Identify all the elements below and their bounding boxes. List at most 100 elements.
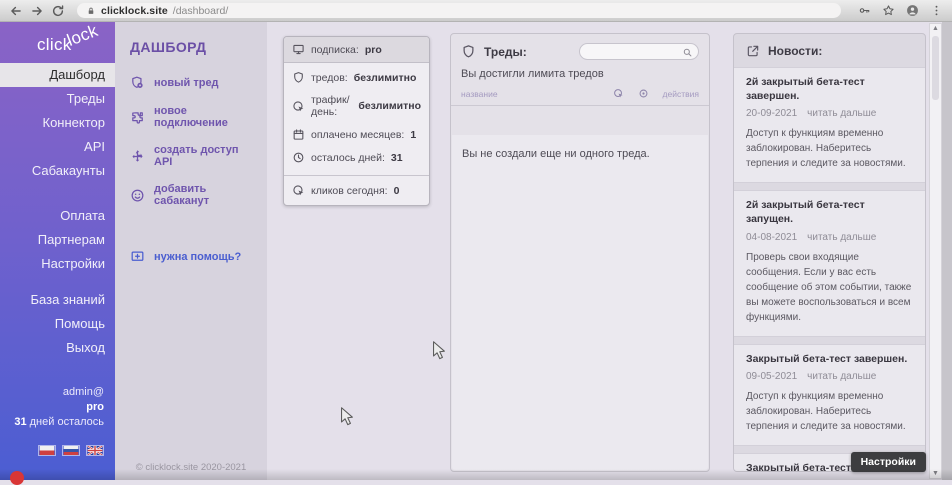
news-item-date: 04-08-2021 <box>746 232 797 243</box>
click-circle-icon <box>292 184 305 197</box>
click-circle-icon <box>292 100 305 113</box>
browser-chrome: clicklock.site/dashboard/ <box>0 0 952 22</box>
threads-table-header: название действия <box>451 88 709 106</box>
url-path: /dashboard/ <box>173 5 228 17</box>
news-item-date: 20-09-2021 <box>746 108 797 119</box>
news-item-body: Доступ к функциям временно заблокирован.… <box>746 126 913 171</box>
threads-empty-state: Вы не создали еще ни одного треда. <box>452 135 708 470</box>
search-icon[interactable] <box>682 47 693 58</box>
news-item-date: 09-05-2021 <box>746 371 797 382</box>
stat-paid-months: оплачено месяцев: 1 <box>284 123 429 146</box>
account-days-left: 31 дней осталось <box>14 415 104 430</box>
calendar-icon <box>292 128 305 141</box>
poland-flag-icon[interactable] <box>38 445 56 456</box>
bookmark-star-icon[interactable] <box>882 4 895 17</box>
news-title: Новости: <box>768 44 822 58</box>
news-item-body: Доступ к функциям временно заблокирован.… <box>746 389 913 434</box>
threads-title: Треды: <box>484 45 527 59</box>
sidebar: clicklock Дашборд Треды Коннектор API Са… <box>0 22 115 480</box>
recording-dot <box>10 471 24 485</box>
sidebar-item-logout[interactable]: Выход <box>0 336 115 360</box>
need-help-link[interactable]: нужна помощь? <box>130 249 259 264</box>
news-item: 2й закрытый бета-тест завершен. 20-09-20… <box>734 67 925 183</box>
account-info: admin@ pro 31 дней осталось <box>14 385 104 430</box>
stat-clicks-today: кликов сегодня: 0 <box>284 179 429 205</box>
news-item: 2й закрытый бета-тест запущен. 04-08-202… <box>734 190 925 336</box>
column-name: название <box>461 89 599 99</box>
news-panel: Новости: 2й закрытый бета-тест завершен.… <box>733 33 926 472</box>
reload-icon[interactable] <box>51 4 65 18</box>
forward-icon[interactable] <box>30 4 44 18</box>
add-subaccount-link[interactable]: добавить сабаканут <box>130 183 259 207</box>
create-api-access-link[interactable]: создать доступ API <box>130 144 259 168</box>
scroll-down-icon[interactable]: ▼ <box>932 470 939 477</box>
smiley-icon <box>130 188 145 203</box>
limit-notice: Вы достигли лимита тредов <box>451 65 709 88</box>
logo: clicklock <box>37 35 103 55</box>
language-switcher <box>38 445 104 456</box>
message-plus-icon <box>130 249 145 264</box>
monitor-icon <box>292 43 305 56</box>
sidebar-menu: Дашборд Треды Коннектор API Сабакаунты О… <box>0 63 115 360</box>
history-clock-icon <box>292 151 305 164</box>
sidebar-item-partners[interactable]: Партнерам <box>0 228 115 252</box>
subscription-card: подписка: pro тредов: безлимитно трафик/… <box>283 36 430 206</box>
external-link-icon <box>746 44 760 58</box>
shield-plus-icon <box>130 75 145 90</box>
shield-icon <box>461 44 476 59</box>
puzzle-icon <box>130 110 145 125</box>
click-circle-icon <box>613 88 624 99</box>
back-icon[interactable] <box>9 4 23 18</box>
sidebar-item-dashboard[interactable]: Дашборд <box>0 63 115 87</box>
window-edge <box>942 22 952 480</box>
sidebar-item-connector[interactable]: Коннектор <box>0 111 115 135</box>
stat-threads: тредов: безлимитно <box>284 66 429 89</box>
scroll-up-icon[interactable]: ▲ <box>932 25 939 32</box>
app-root: clicklock Дашборд Треды Коннектор API Са… <box>0 22 952 480</box>
page-scrollbar[interactable]: ▲ ▼ <box>929 23 942 479</box>
settings-button[interactable]: Настройки <box>851 452 926 472</box>
news-item-title: 2й закрытый бета-тест завершен. <box>746 76 913 103</box>
search-input[interactable] <box>580 47 698 62</box>
read-more-link[interactable]: читать дальше <box>807 371 876 382</box>
profile-avatar-icon[interactable] <box>906 4 919 17</box>
target-icon <box>638 88 649 99</box>
key-icon[interactable] <box>858 4 871 17</box>
russia-flag-icon[interactable] <box>62 445 80 456</box>
read-more-link[interactable]: читать дальше <box>807 108 876 119</box>
subscription-header: подписка: pro <box>284 37 429 63</box>
news-item: Закрытый бета-тест завершен. 09-05-2021 … <box>734 344 925 447</box>
address-bar[interactable]: clicklock.site/dashboard/ <box>77 3 841 18</box>
sidebar-item-threads[interactable]: Треды <box>0 87 115 111</box>
page-title: ДАШБОРД <box>130 39 259 55</box>
account-email: admin@ <box>14 385 104 400</box>
sidebar-item-knowledge-base[interactable]: База знаний <box>0 288 115 312</box>
sidebar-item-payment[interactable]: Оплата <box>0 204 115 228</box>
plan-value: pro <box>365 44 382 56</box>
copyright: © clicklock.site 2020-2021 <box>115 462 267 473</box>
news-item-body: Проверь свои входящие сообщения. Если у … <box>746 250 913 325</box>
news-item-title: 2й закрытый бета-тест запущен. <box>746 199 913 226</box>
sidebar-item-settings[interactable]: Настройки <box>0 252 115 276</box>
shield-icon <box>292 71 305 84</box>
sidebar-item-help[interactable]: Помощь <box>0 312 115 336</box>
lock-icon <box>86 6 96 16</box>
uk-flag-icon[interactable] <box>86 445 104 456</box>
new-thread-link[interactable]: новый тред <box>130 75 259 90</box>
new-connection-link[interactable]: новое подключение <box>130 105 259 129</box>
move-arrows-icon <box>130 149 145 164</box>
column-actions: действия <box>663 89 699 99</box>
scrollbar-thumb[interactable] <box>932 36 939 100</box>
threads-panel: Треды: Вы достигли лимита тредов названи… <box>450 33 710 472</box>
sidebar-item-subaccounts[interactable]: Сабакаунты <box>0 159 115 183</box>
main-area: подписка: pro тредов: безлимитно трафик/… <box>267 22 952 480</box>
stat-days-left: осталось дней: 31 <box>284 146 429 169</box>
read-more-link[interactable]: читать дальше <box>807 232 876 243</box>
stat-traffic: трафик/день: безлимитно <box>284 89 429 123</box>
news-item-title: Закрытый бета-тест завершен. <box>746 353 913 367</box>
threads-search <box>579 43 699 60</box>
dashboard-quick-menu: ДАШБОРД новый тред новое подключение соз… <box>115 22 267 480</box>
account-plan: pro <box>14 400 104 415</box>
sidebar-item-api[interactable]: API <box>0 135 115 159</box>
kebab-menu-icon[interactable] <box>930 4 943 17</box>
